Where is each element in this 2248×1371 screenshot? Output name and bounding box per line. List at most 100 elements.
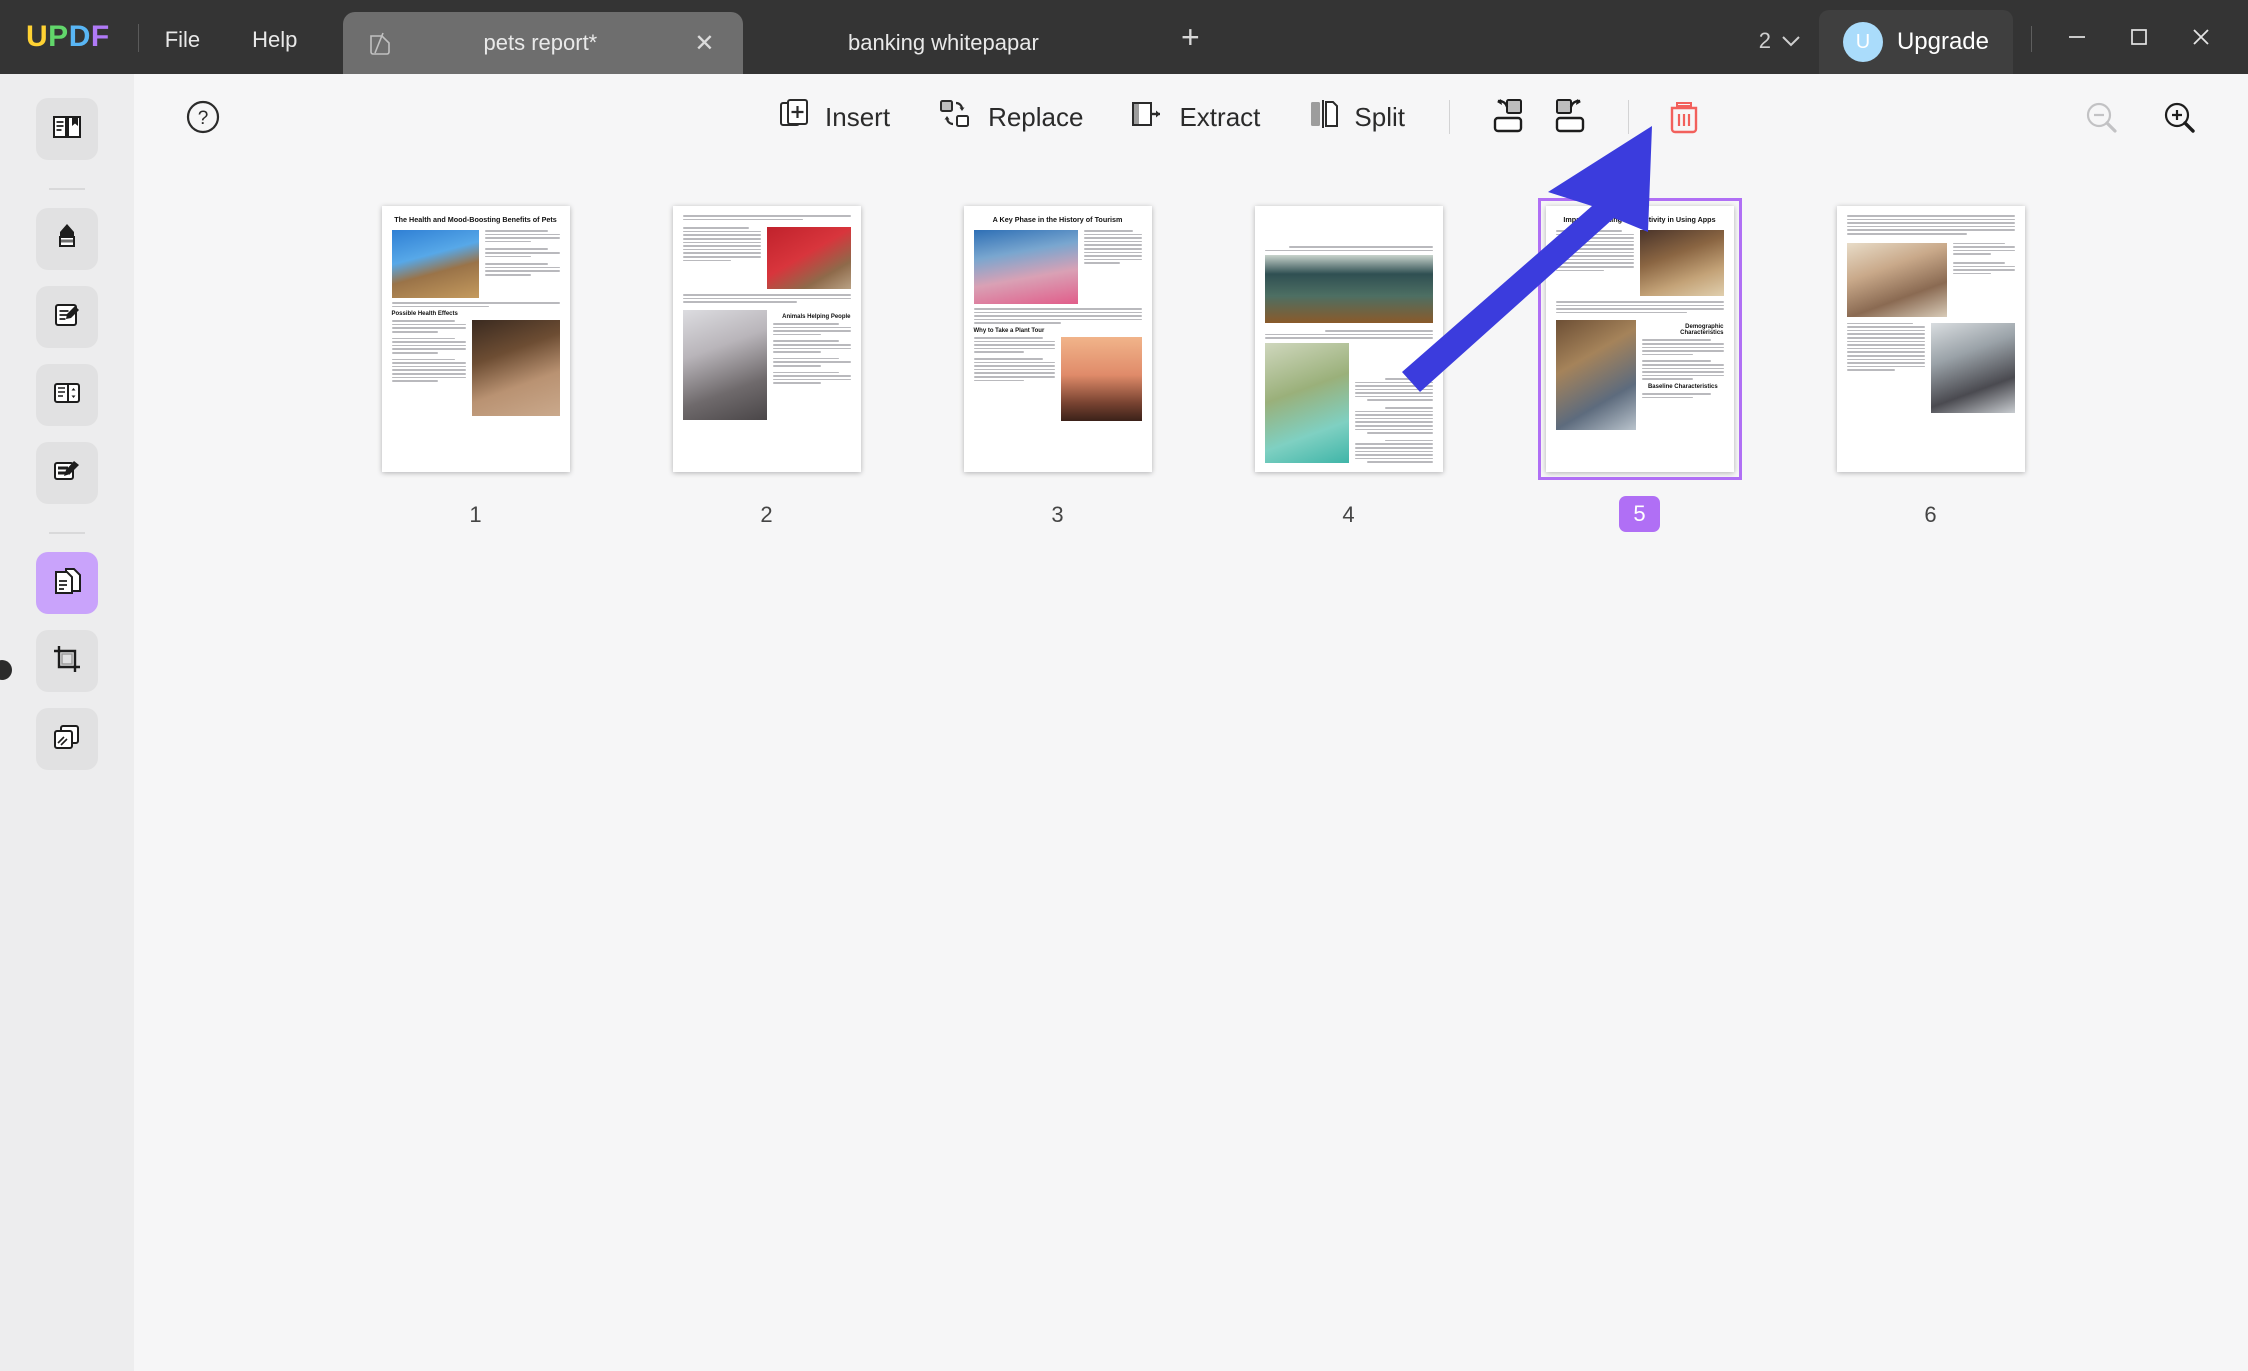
- tab-strip: pets report* ✕ banking whitepapar: [343, 0, 1143, 74]
- minimize-button[interactable]: [2046, 0, 2108, 74]
- replace-label: Replace: [988, 102, 1083, 133]
- pdf-doc-icon: [367, 30, 393, 56]
- page-thumbnail-grid: The Health and Mood-Boosting Benefits of…: [134, 206, 2248, 532]
- sidebar-item-batch-process[interactable]: [36, 708, 98, 770]
- tab-title: pets report*: [393, 30, 687, 56]
- sidebar-item-reader-mode[interactable]: [36, 98, 98, 160]
- page-number: 6: [1924, 502, 1936, 528]
- avatar: U: [1843, 22, 1883, 62]
- rotate-right-button[interactable]: [1544, 94, 1602, 140]
- svg-text:?: ?: [198, 108, 209, 129]
- rotate-left-button[interactable]: [1476, 94, 1534, 140]
- menu-help[interactable]: Help: [226, 27, 323, 53]
- tab-count-value: 2: [1759, 28, 1771, 54]
- thumbnail-cell[interactable]: A Key Phase in the History of Tourism: [912, 206, 1203, 532]
- close-icon[interactable]: ✕: [687, 29, 721, 58]
- titlebar-right-controls: 2 U Upgrade: [1759, 0, 2248, 74]
- sidebar-item-page-layout[interactable]: [36, 364, 98, 426]
- split-page-icon: [1306, 97, 1340, 138]
- title-bar: U P D F File Help pets report* ✕ banking…: [0, 0, 2248, 74]
- sidebar-divider-1: [49, 188, 85, 190]
- page-section-heading: Animals Helping People: [773, 314, 851, 320]
- page-thumbnail[interactable]: Animals Helping People: [673, 206, 861, 472]
- sidebar-divider-2: [49, 532, 85, 534]
- thumbnail-cell[interactable]: 6: [1785, 206, 2076, 532]
- insert-label: Insert: [825, 102, 890, 133]
- tab-count-dropdown[interactable]: 2: [1759, 28, 1819, 54]
- page-thumbnail[interactable]: The Health and Mood-Boosting Benefits of…: [382, 206, 570, 472]
- page-section-heading: Baseline Characteristics: [1642, 384, 1723, 390]
- logo-letter-f: F: [91, 20, 110, 54]
- sidebar-item-organize-pages[interactable]: [36, 552, 98, 614]
- split-button[interactable]: Split: [1288, 89, 1423, 146]
- new-tab-button[interactable]: +: [1169, 19, 1211, 56]
- thumbnail-cell-selected[interactable]: Improve Working Productivity in Using Ap…: [1494, 206, 1785, 532]
- app-logo: U P D F: [26, 20, 110, 54]
- zoom-out-icon[interactable]: [2082, 98, 2122, 143]
- insert-button[interactable]: Insert: [759, 89, 908, 146]
- content-area: ? Insert: [134, 74, 2248, 1371]
- highlighter-pen-icon: [50, 220, 84, 259]
- page-title: Improve Working Productivity in Using Ap…: [1556, 215, 1724, 224]
- thumbnail-cell[interactable]: 4: [1203, 206, 1494, 532]
- sidebar-item-fill-sign[interactable]: [36, 442, 98, 504]
- page-section-heading: Why to Take a Plant Tour: [974, 328, 1142, 334]
- replace-page-icon: [936, 97, 974, 138]
- extract-page-icon: [1129, 97, 1165, 138]
- zoom-in-icon[interactable]: [2160, 98, 2200, 143]
- pages-stack-icon: [50, 564, 84, 603]
- toolbar-divider-2: [1628, 100, 1629, 134]
- two-column-layout-icon: [50, 376, 84, 415]
- book-bookmark-icon: [50, 110, 84, 149]
- page-title: A Key Phase in the History of Tourism: [974, 215, 1142, 224]
- page-number: 2: [760, 502, 772, 528]
- extract-label: Extract: [1179, 102, 1260, 133]
- sidebar-item-annotate[interactable]: [36, 208, 98, 270]
- replace-button[interactable]: Replace: [918, 89, 1101, 146]
- tab-banking-whitepapar[interactable]: banking whitepapar: [743, 12, 1143, 74]
- page-number: 3: [1051, 502, 1063, 528]
- left-sidebar: [0, 74, 134, 1371]
- page-title: The Health and Mood-Boosting Benefits of…: [392, 215, 560, 224]
- page-number: 4: [1342, 502, 1354, 528]
- document-pencil-icon: [50, 298, 84, 337]
- sidebar-item-crop-pages[interactable]: [36, 630, 98, 692]
- logo-letter-u: U: [26, 20, 48, 54]
- thumbnail-cell[interactable]: Animals Helping People 2: [621, 206, 912, 532]
- page-thumbnail[interactable]: [1837, 206, 2025, 472]
- layers-icon: [50, 720, 84, 759]
- close-window-button[interactable]: [2170, 0, 2232, 74]
- menu-file[interactable]: File: [139, 27, 226, 53]
- logo-letter-p: P: [48, 20, 69, 54]
- window-controls-divider: [2031, 26, 2032, 52]
- thumbnail-cell[interactable]: The Health and Mood-Boosting Benefits of…: [330, 206, 621, 532]
- page-tools: Insert Replace: [759, 89, 1713, 146]
- page-section-heading: Demographic Characteristics: [1642, 324, 1723, 336]
- page-number: 1: [469, 502, 481, 528]
- tab-pets-report[interactable]: pets report* ✕: [343, 12, 743, 74]
- page-thumbnail[interactable]: Improve Working Productivity in Using Ap…: [1546, 206, 1734, 472]
- form-sign-icon: [50, 454, 84, 493]
- help-button[interactable]: ?: [182, 96, 224, 138]
- logo-letter-d: D: [69, 20, 91, 54]
- sidebar-collapse-handle[interactable]: [0, 660, 12, 680]
- page-section-heading: Possible Health Effects: [392, 311, 560, 317]
- workspace: ? Insert: [0, 74, 2248, 1371]
- upgrade-label: Upgrade: [1897, 28, 1989, 56]
- toolbar-divider-1: [1449, 100, 1450, 134]
- insert-page-icon: [777, 97, 811, 138]
- maximize-button[interactable]: [2108, 0, 2170, 74]
- delete-button[interactable]: [1655, 94, 1713, 140]
- extract-button[interactable]: Extract: [1111, 89, 1278, 146]
- page-thumbnail[interactable]: A Key Phase in the History of Tourism: [964, 206, 1152, 472]
- page-toolbar: ? Insert: [134, 74, 2248, 160]
- zoom-controls: [2082, 98, 2200, 143]
- split-label: Split: [1354, 102, 1405, 133]
- crop-icon: [50, 642, 84, 681]
- tab-title: banking whitepapar: [743, 30, 1143, 56]
- sidebar-item-edit-pdf[interactable]: [36, 286, 98, 348]
- page-thumbnail[interactable]: [1255, 206, 1443, 472]
- chevron-down-icon: [1781, 28, 1801, 54]
- page-number-badge: 5: [1619, 496, 1659, 532]
- upgrade-button[interactable]: U Upgrade: [1819, 10, 2013, 74]
